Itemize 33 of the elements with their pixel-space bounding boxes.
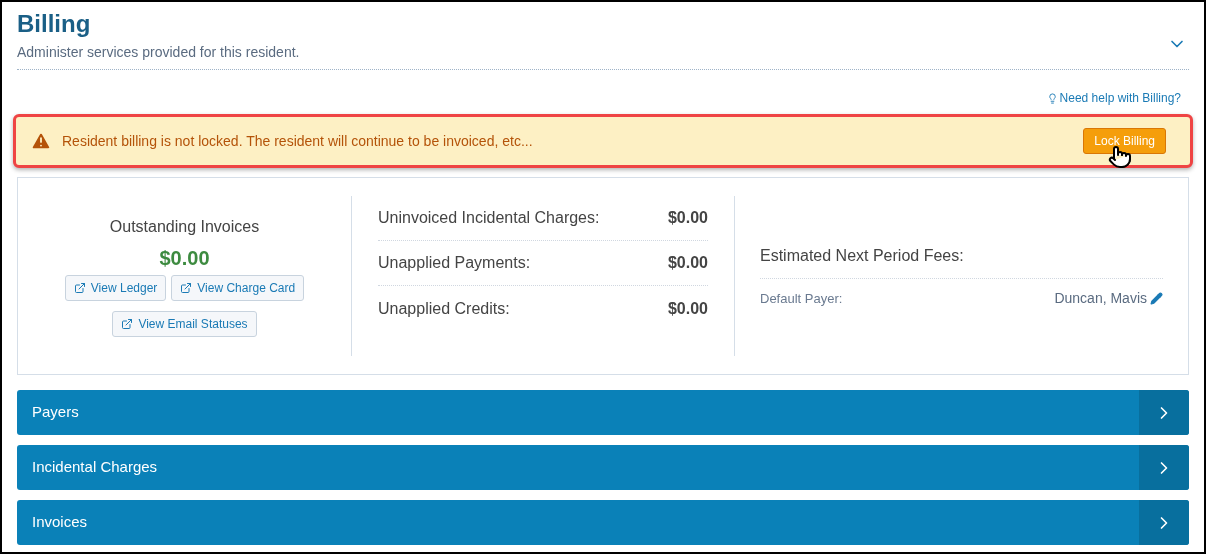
expand-toggle[interactable] [1139, 390, 1189, 435]
external-link-icon [73, 282, 86, 294]
warning-icon [30, 130, 52, 152]
view-button[interactable]: View Charge Card [171, 275, 305, 301]
expand-toggle[interactable] [1139, 500, 1189, 545]
section-title: Incidental Charges [31, 457, 158, 478]
lightbulb-icon [1046, 92, 1058, 104]
expand-toggle[interactable] [1139, 445, 1189, 490]
balance-value: $0.00 [667, 208, 708, 228]
external-link-icon [180, 282, 193, 294]
section-header[interactable]: Invoices [17, 500, 1189, 545]
help-link[interactable]: Need help with Billing? [1046, 89, 1181, 107]
balance-label: Unapplied Payments: [378, 253, 531, 273]
view-button[interactable]: View Ledger [64, 275, 167, 301]
fees-label: Estimated Next Period Fees: [760, 245, 964, 266]
page-subtitle: Administer services provided for this resident. [17, 43, 300, 62]
section-header[interactable]: Incidental Charges [17, 445, 1189, 490]
balance-value: $0.00 [667, 298, 708, 319]
outstanding-label: Outstanding Invoices [109, 217, 260, 237]
outstanding-amount: $0.00 [159, 246, 210, 271]
section-title: Payers [31, 402, 79, 423]
page-title: Billing [17, 10, 92, 38]
section-title: Invoices [31, 512, 88, 533]
edit-icon[interactable] [1150, 292, 1163, 305]
payer-label: Default Payer: [760, 289, 843, 308]
balance-label: Uninvoiced Incidental Charges: [378, 208, 600, 228]
payer-name: Duncan, Mavis [1054, 289, 1147, 308]
view-button[interactable]: View Email Statuses [112, 311, 257, 337]
external-link-icon [121, 318, 134, 330]
section-header[interactable]: Payers [17, 390, 1189, 435]
alert-message: Resident billing is not locked. The resident will continue to be invoiced, etc... [62, 131, 533, 151]
balance-label: Unapplied Credits: [378, 298, 510, 319]
balance-value: $0.00 [667, 253, 708, 273]
